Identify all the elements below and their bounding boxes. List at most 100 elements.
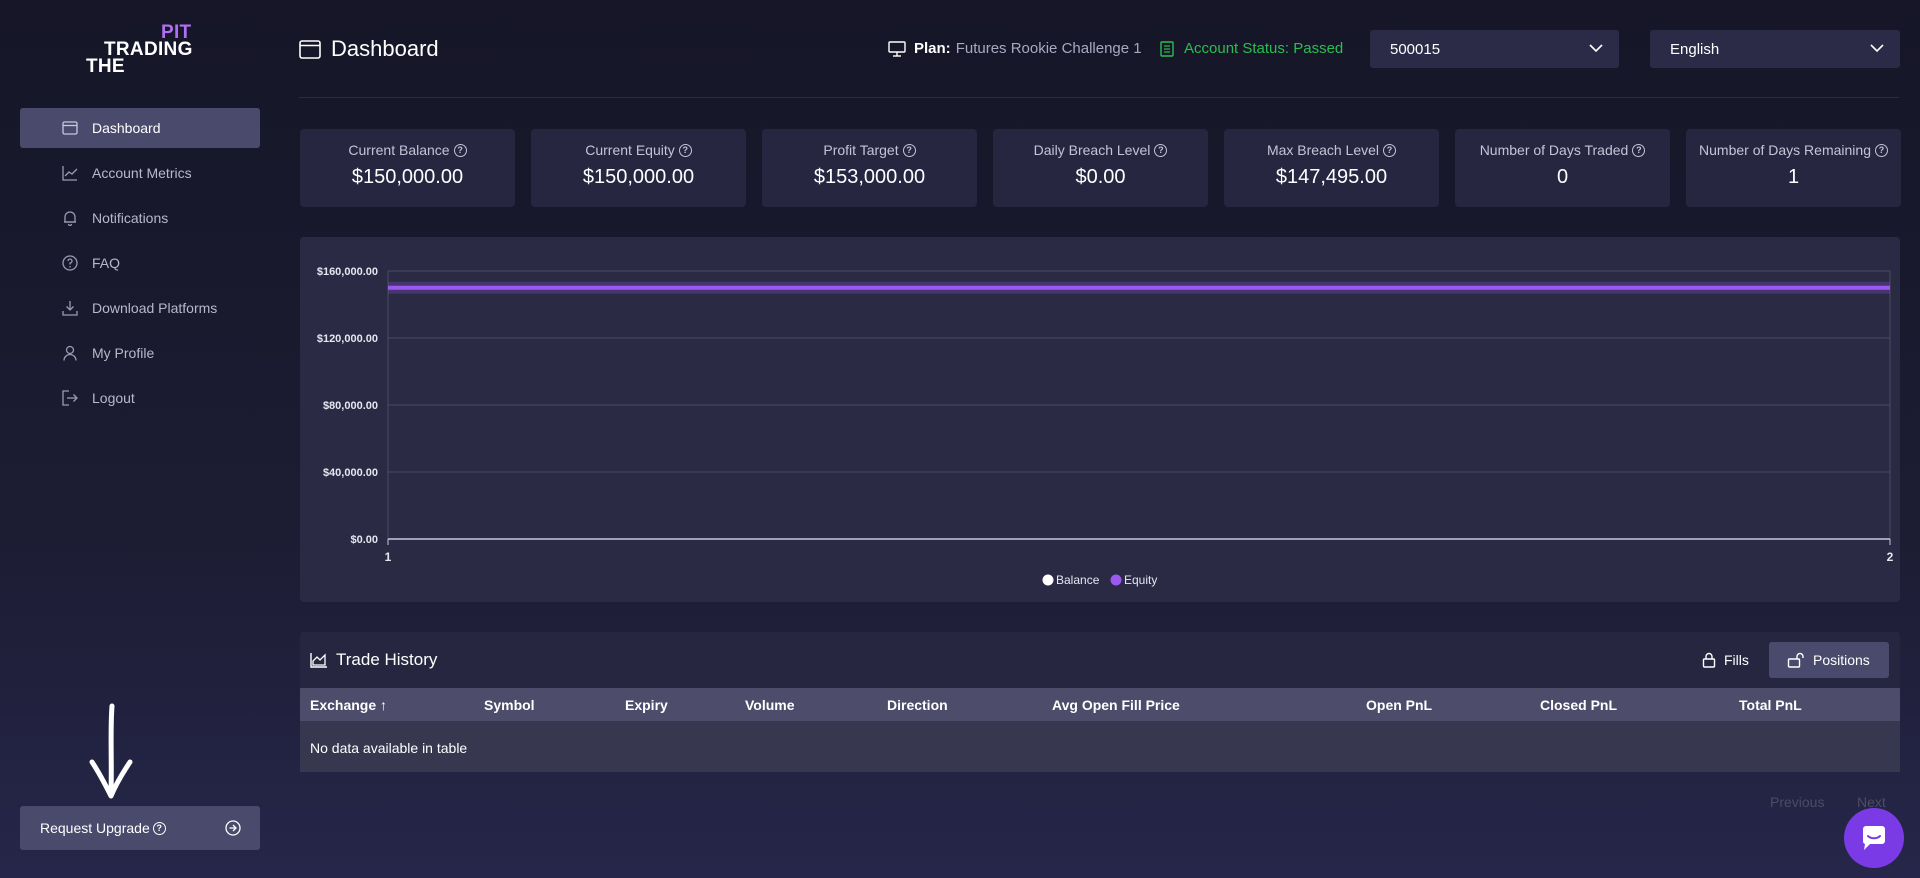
table-body: No data available in table	[300, 721, 1900, 772]
help-icon[interactable]: ?	[1154, 143, 1168, 157]
column-header-total-pnl[interactable]: Total PnL	[1739, 697, 1802, 713]
chart-y-tick-label: $80,000.00	[323, 400, 378, 412]
chart-y-tick-label: $0.00	[350, 534, 378, 546]
trade-history-panel: Trade History Fills Positions Exchange ↑…	[300, 632, 1900, 772]
help-icon[interactable]: ?	[1632, 143, 1646, 157]
chevron-down-icon	[1870, 44, 1884, 53]
calendar-icon	[299, 40, 321, 59]
stat-card-value: $150,000.00	[582, 166, 695, 188]
stat-card-current-equity: Current Equity? $150,000.00	[531, 129, 746, 207]
lock-icon	[1702, 652, 1716, 668]
sidebar-item-faq[interactable]: FAQ	[20, 243, 260, 283]
document-icon	[1160, 40, 1174, 57]
chart-y-tick-label: $40,000.00	[323, 467, 378, 479]
stat-card-value: 0	[1556, 166, 1569, 188]
pagination-previous[interactable]: Previous	[1770, 794, 1824, 810]
account-select-value: 500015	[1390, 40, 1441, 58]
column-header-expiry[interactable]: Expiry	[625, 697, 668, 713]
stat-card-profit-target: Profit Target? $153,000.00	[762, 129, 977, 207]
help-icon[interactable]: ?	[678, 143, 692, 157]
help-icon[interactable]: ?	[453, 143, 467, 157]
sidebar-item-notifications[interactable]: Notifications	[20, 198, 260, 238]
stat-cards: Current Balance? $150,000.00 Current Equ…	[300, 129, 1901, 207]
sidebar-item-download-platforms[interactable]: Download Platforms	[20, 288, 260, 328]
trade-history-title-text: Trade History	[336, 650, 438, 669]
bell-icon	[64, 211, 76, 226]
chart-y-tick-label: $120,000.00	[317, 333, 378, 345]
help-icon[interactable]: ?	[152, 821, 166, 835]
logo[interactable]: PIT TRADING THE	[86, 22, 206, 77]
sidebar-item-label: Notifications	[92, 210, 169, 226]
positions-toggle[interactable]: Positions	[1769, 642, 1889, 678]
logout-icon	[62, 390, 78, 406]
account-select[interactable]: 500015	[1370, 30, 1619, 68]
fills-toggle[interactable]: Fills	[1684, 642, 1767, 678]
stat-card-title: Daily Breach Level	[1033, 142, 1151, 158]
stat-card-days-remaining: Number of Days Remaining? 1	[1686, 129, 1901, 207]
logo-word-the: THE	[86, 56, 125, 77]
chat-support-button[interactable]	[1844, 808, 1904, 868]
request-upgrade-label: Request Upgrade	[40, 820, 150, 836]
account-status: Account Status: Passed	[1160, 40, 1343, 57]
help-icon[interactable]: ?	[902, 143, 916, 157]
chat-icon	[1862, 826, 1885, 850]
account-status-text: Account Status: Passed	[1184, 40, 1344, 57]
stat-card-value: $0.00	[1075, 166, 1126, 188]
chart-line-icon	[62, 166, 78, 181]
stat-card-title: Current Balance	[348, 142, 450, 158]
column-header-volume[interactable]: Volume	[745, 697, 795, 713]
column-header-direction[interactable]: Direction	[887, 697, 948, 713]
help-icon[interactable]: ?	[1383, 143, 1397, 157]
stat-card-days-traded: Number of Days Traded? 0	[1455, 129, 1670, 207]
help-icon[interactable]: ?	[1874, 143, 1888, 157]
column-header-closed-pnl[interactable]: Closed PnL	[1540, 697, 1617, 713]
question-circle-icon	[62, 255, 78, 271]
sidebar-item-label: Account Metrics	[92, 165, 192, 181]
download-icon	[62, 301, 78, 316]
request-upgrade-button[interactable]: Request Upgrade ?	[20, 806, 260, 850]
stat-card-title: Profit Target	[823, 142, 899, 158]
sidebar-item-logout[interactable]: Logout	[20, 378, 260, 418]
stat-card-title: Max Breach Level	[1266, 142, 1380, 158]
sidebar-item-account-metrics[interactable]: Account Metrics	[20, 153, 260, 193]
chart-legend-label-equity[interactable]: Equity	[1124, 573, 1157, 587]
sidebar-item-label: FAQ	[92, 255, 121, 271]
trade-history-title: Trade History	[310, 650, 437, 670]
sidebar-item-dashboard[interactable]: Dashboard	[20, 108, 260, 148]
column-header-avg-open-fill-price[interactable]: Avg Open Fill Price	[1052, 697, 1180, 713]
stat-card-current-balance: Current Balance? $150,000.00	[300, 129, 515, 207]
stat-card-max-breach-level: Max Breach Level? $147,495.00	[1224, 129, 1439, 207]
plan-label: Plan:	[914, 40, 951, 57]
arrow-right-circle-icon	[225, 820, 241, 836]
header-divider	[299, 97, 1899, 98]
column-header-exchange[interactable]: Exchange ↑	[310, 697, 387, 713]
sidebar: PIT TRADING THE Dashboard Account Metric…	[0, 0, 280, 878]
column-header-symbol[interactable]: Symbol	[484, 697, 535, 713]
monitor-icon	[888, 40, 906, 57]
sidebar-item-my-profile[interactable]: My Profile	[20, 333, 260, 373]
stat-card-value: 1	[1787, 166, 1800, 188]
stat-card-daily-breach-level: Daily Breach Level? $0.00	[993, 129, 1208, 207]
calendar-icon	[62, 121, 78, 135]
empty-table-message: No data available in table	[310, 740, 468, 756]
chart-legend-swatch-balance[interactable]	[1042, 574, 1054, 586]
page-title-text: Dashboard	[331, 36, 439, 61]
stat-card-value: $147,495.00	[1275, 166, 1388, 188]
chart-x-tick-label: 2	[1887, 550, 1894, 564]
page-title: Dashboard	[299, 36, 439, 62]
stat-card-value: $153,000.00	[813, 166, 926, 188]
language-select-value: English	[1670, 40, 1720, 58]
stat-card-title: Number of Days Traded	[1479, 142, 1629, 158]
sidebar-item-label: Logout	[92, 390, 135, 406]
chart-legend-label-balance[interactable]: Balance	[1056, 573, 1100, 587]
sidebar-item-label: Dashboard	[92, 120, 161, 136]
column-header-open-pnl[interactable]: Open PnL	[1366, 697, 1432, 713]
chart-canvas: $0.00 $40,000.00 $80,000.00 $120,000.00 $160…	[317, 266, 1894, 587]
chevron-down-icon	[1589, 44, 1603, 53]
language-select[interactable]: English	[1650, 30, 1900, 68]
sidebar-item-label: Download Platforms	[92, 300, 218, 316]
hand-drawn-arrow-annotation	[89, 703, 133, 799]
chart-legend-swatch-equity[interactable]	[1110, 574, 1122, 586]
fills-label: Fills	[1724, 652, 1749, 668]
user-icon	[63, 345, 77, 361]
